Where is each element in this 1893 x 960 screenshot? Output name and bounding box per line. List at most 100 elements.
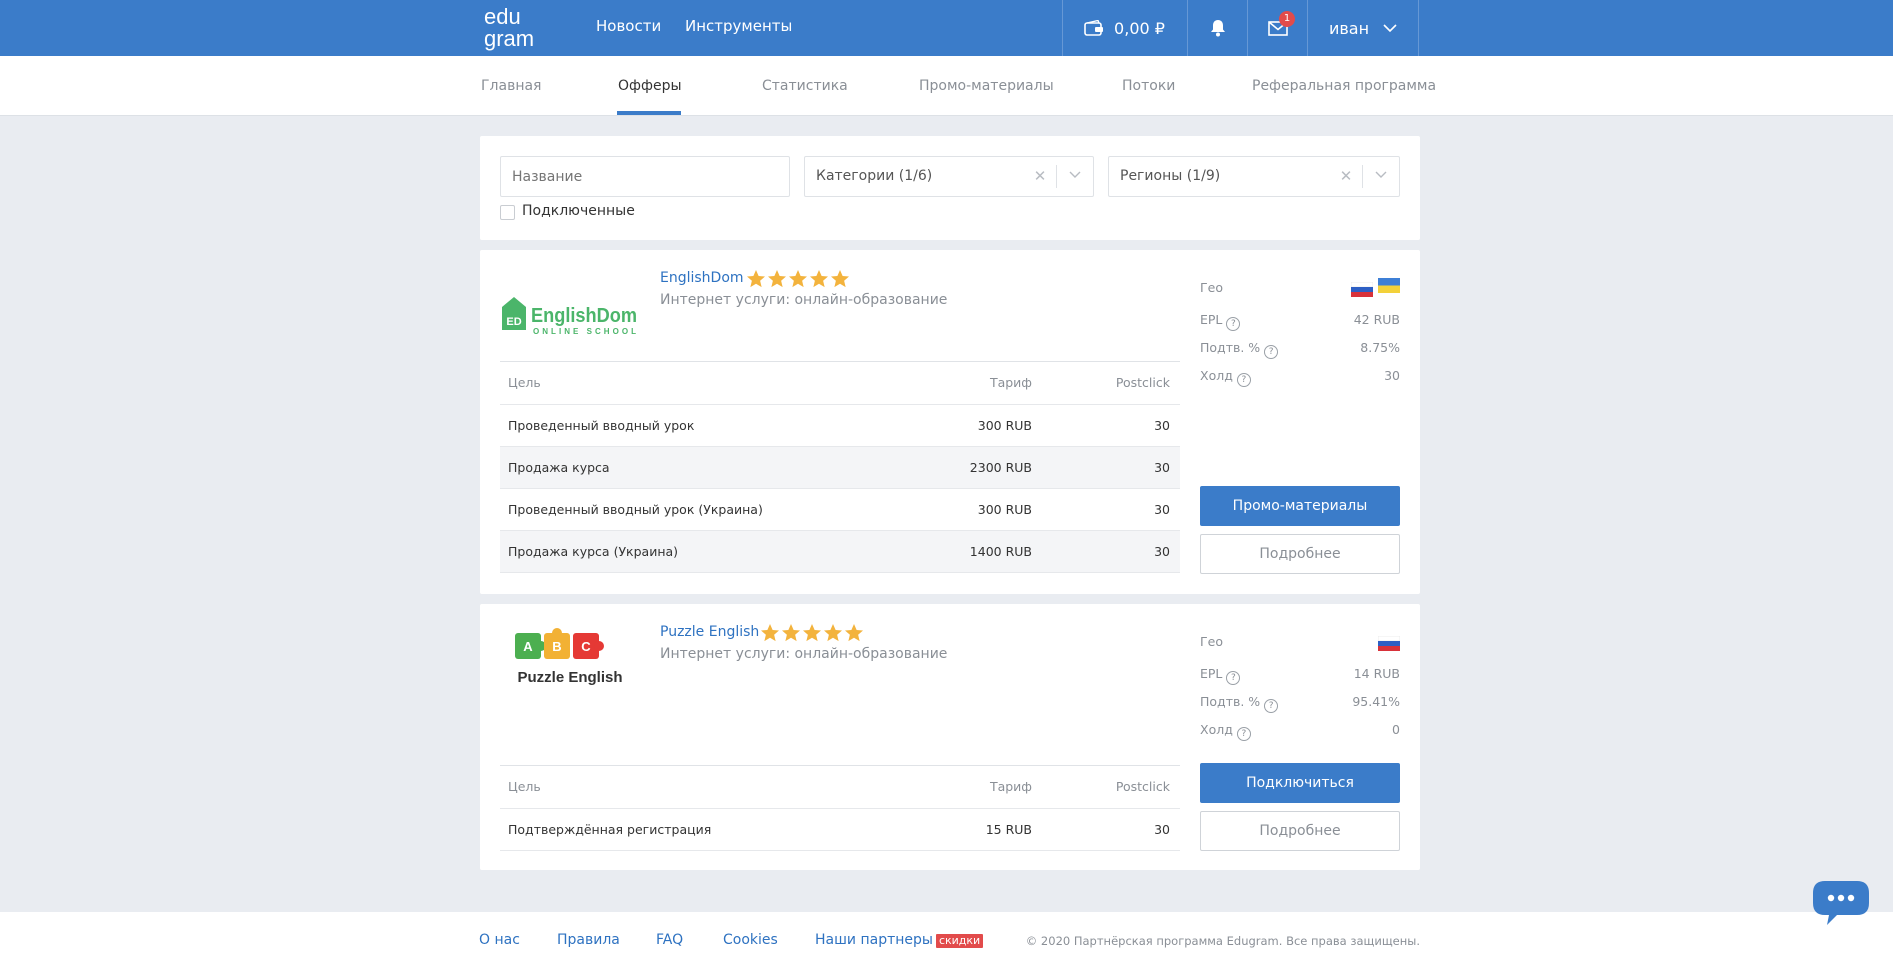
help-icon[interactable]: ?	[1264, 699, 1279, 713]
footer-link-faq[interactable]: FAQ	[656, 932, 683, 948]
rate-cell: 1400 RUB	[969, 544, 1032, 559]
goal-cell: Проведенный вводный урок (Украина)	[508, 502, 763, 517]
offer-name[interactable]: Puzzle English	[660, 624, 759, 640]
approve-value: 95.41%	[1352, 694, 1400, 709]
regions-select[interactable]: Регионы (1/9) ✕	[1108, 156, 1400, 197]
divider	[1362, 165, 1363, 188]
connected-checkbox[interactable]	[500, 205, 515, 220]
promo-materials-button[interactable]: Промо-материалы	[1200, 486, 1400, 526]
goal-cell: Продажа курса (Украина)	[508, 544, 679, 559]
table-row: Проведенный вводный урок (Украина) 300 R…	[500, 488, 1180, 530]
table-row: Продажа курса (Украина) 1400 RUB 30	[500, 530, 1180, 572]
flag-ru-icon	[1351, 282, 1373, 297]
balance-widget[interactable]: 0,00 ₽	[1062, 0, 1187, 56]
offer-card: ED EnglishDom ONLINE SCHOOL EnglishDom И…	[480, 250, 1420, 594]
categories-select[interactable]: Категории (1/6) ✕	[804, 156, 1094, 197]
rate-cell: 300 RUB	[977, 502, 1032, 517]
help-icon[interactable]: ?	[1236, 373, 1251, 387]
star-icon	[782, 624, 800, 642]
tab-main[interactable]: Главная	[481, 56, 541, 116]
offer-card: A B C Puzzle English Puzzle English Инте…	[480, 604, 1420, 870]
notifications-button[interactable]	[1188, 0, 1247, 56]
section-tabs: Главная Офферы Статистика Промо-материал…	[0, 56, 1893, 116]
table-row: Подтверждённая регистрация 15 RUB 30	[500, 808, 1180, 850]
bell-icon	[1210, 20, 1225, 37]
col-rate-header: Тариф	[989, 375, 1032, 390]
clear-icon[interactable]: ✕	[1033, 157, 1047, 196]
offer-name[interactable]: EnglishDom	[660, 270, 744, 286]
tab-referral[interactable]: Реферальная программа	[1252, 56, 1436, 116]
help-icon[interactable]: ?	[1226, 317, 1241, 331]
col-goal-header: Цель	[508, 779, 541, 794]
postclick-cell: 30	[1154, 460, 1170, 475]
footer-link-partners[interactable]: Наши партнеры скидки	[815, 932, 984, 948]
divider	[500, 850, 1180, 851]
table-row: Проведенный вводный урок 300 RUB 30	[500, 404, 1180, 446]
star-icon	[761, 624, 779, 642]
details-button[interactable]: Подробнее	[1200, 811, 1400, 851]
rate-cell: 15 RUB	[985, 822, 1032, 837]
postclick-cell: 30	[1154, 822, 1170, 837]
star-icon	[789, 270, 807, 288]
footer-link-cookies[interactable]: Cookies	[723, 932, 778, 948]
discount-tag: скидки	[935, 934, 984, 948]
help-icon[interactable]: ?	[1264, 345, 1279, 359]
name-search-input[interactable]	[500, 156, 790, 197]
geo-label: Гео	[1200, 634, 1223, 649]
messages-badge: 1	[1279, 11, 1295, 27]
nav-news[interactable]: Новости	[596, 0, 661, 56]
clear-icon[interactable]: ✕	[1339, 157, 1353, 196]
details-button[interactable]: Подробнее	[1200, 534, 1400, 574]
flag-ru-icon	[1378, 636, 1400, 651]
tab-offers[interactable]: Офферы	[618, 56, 682, 116]
messages-button[interactable]: 1	[1248, 0, 1307, 56]
balance-amount: 0,00 ₽	[1114, 18, 1165, 38]
footer-link-rules[interactable]: Правила	[557, 932, 620, 948]
divider	[500, 572, 1180, 573]
user-menu[interactable]: иван	[1308, 0, 1418, 56]
active-tab-indicator	[617, 111, 681, 115]
divider	[1418, 0, 1419, 56]
logo-subtext: ONLINE SCHOOL	[533, 327, 636, 336]
logo-text: Puzzle English	[517, 669, 622, 686]
connect-button[interactable]: Подключиться	[1200, 763, 1400, 803]
tab-statistics[interactable]: Статистика	[762, 56, 848, 116]
star-icon	[824, 624, 842, 642]
logo-letter: A	[523, 639, 533, 654]
categories-value: Категории (1/6)	[816, 168, 933, 184]
approve-label: Подтв. %?	[1200, 340, 1279, 359]
rate-cell: 2300 RUB	[969, 460, 1032, 475]
epl-value: 14 RUB	[1353, 666, 1400, 681]
col-postclick-header: Postclick	[1115, 375, 1170, 390]
logo-line2: gram	[484, 26, 534, 51]
edugram-logo[interactable]: edu gram	[484, 5, 564, 51]
nav-tools[interactable]: Инструменты	[685, 0, 792, 56]
chat-bubble-icon[interactable]	[1811, 879, 1871, 929]
goal-cell: Подтверждённая регистрация	[508, 822, 712, 837]
hold-value: 30	[1384, 368, 1400, 383]
offer-stats: Гео EPL? 14 RUB Подтв. %? 95.41% Холд? 0	[1200, 634, 1400, 741]
footer: О нас Правила FAQ Cookies Наши партнеры с…	[0, 912, 1893, 960]
connected-label[interactable]: Подключенные	[522, 203, 635, 219]
approve-label: Подтв. %?	[1200, 694, 1279, 713]
table-row: Продажа курса 2300 RUB 30	[500, 446, 1180, 488]
goal-cell: Проведенный вводный урок	[508, 418, 695, 433]
hold-value: 0	[1392, 722, 1400, 737]
approve-value: 8.75%	[1360, 340, 1400, 355]
tab-streams[interactable]: Потоки	[1122, 56, 1175, 116]
star-icon	[747, 270, 765, 288]
tab-promo[interactable]: Промо-материалы	[919, 56, 1054, 116]
epl-label: EPL?	[1200, 666, 1241, 685]
help-icon[interactable]: ?	[1226, 671, 1241, 685]
offer-category: Интернет услуги: онлайн-образование	[660, 646, 948, 662]
epl-value: 42 RUB	[1353, 312, 1400, 327]
logo-badge: ED	[506, 316, 521, 328]
footer-link-about[interactable]: О нас	[479, 932, 520, 948]
chevron-down-icon	[1383, 23, 1397, 32]
help-icon[interactable]: ?	[1236, 727, 1251, 741]
filters-panel: Категории (1/6) ✕ Регионы (1/9) ✕ Подклю…	[480, 136, 1420, 240]
col-rate-header: Тариф	[989, 779, 1032, 794]
col-postclick-header: Postclick	[1115, 779, 1170, 794]
postclick-cell: 30	[1154, 502, 1170, 517]
star-icon	[810, 270, 828, 288]
